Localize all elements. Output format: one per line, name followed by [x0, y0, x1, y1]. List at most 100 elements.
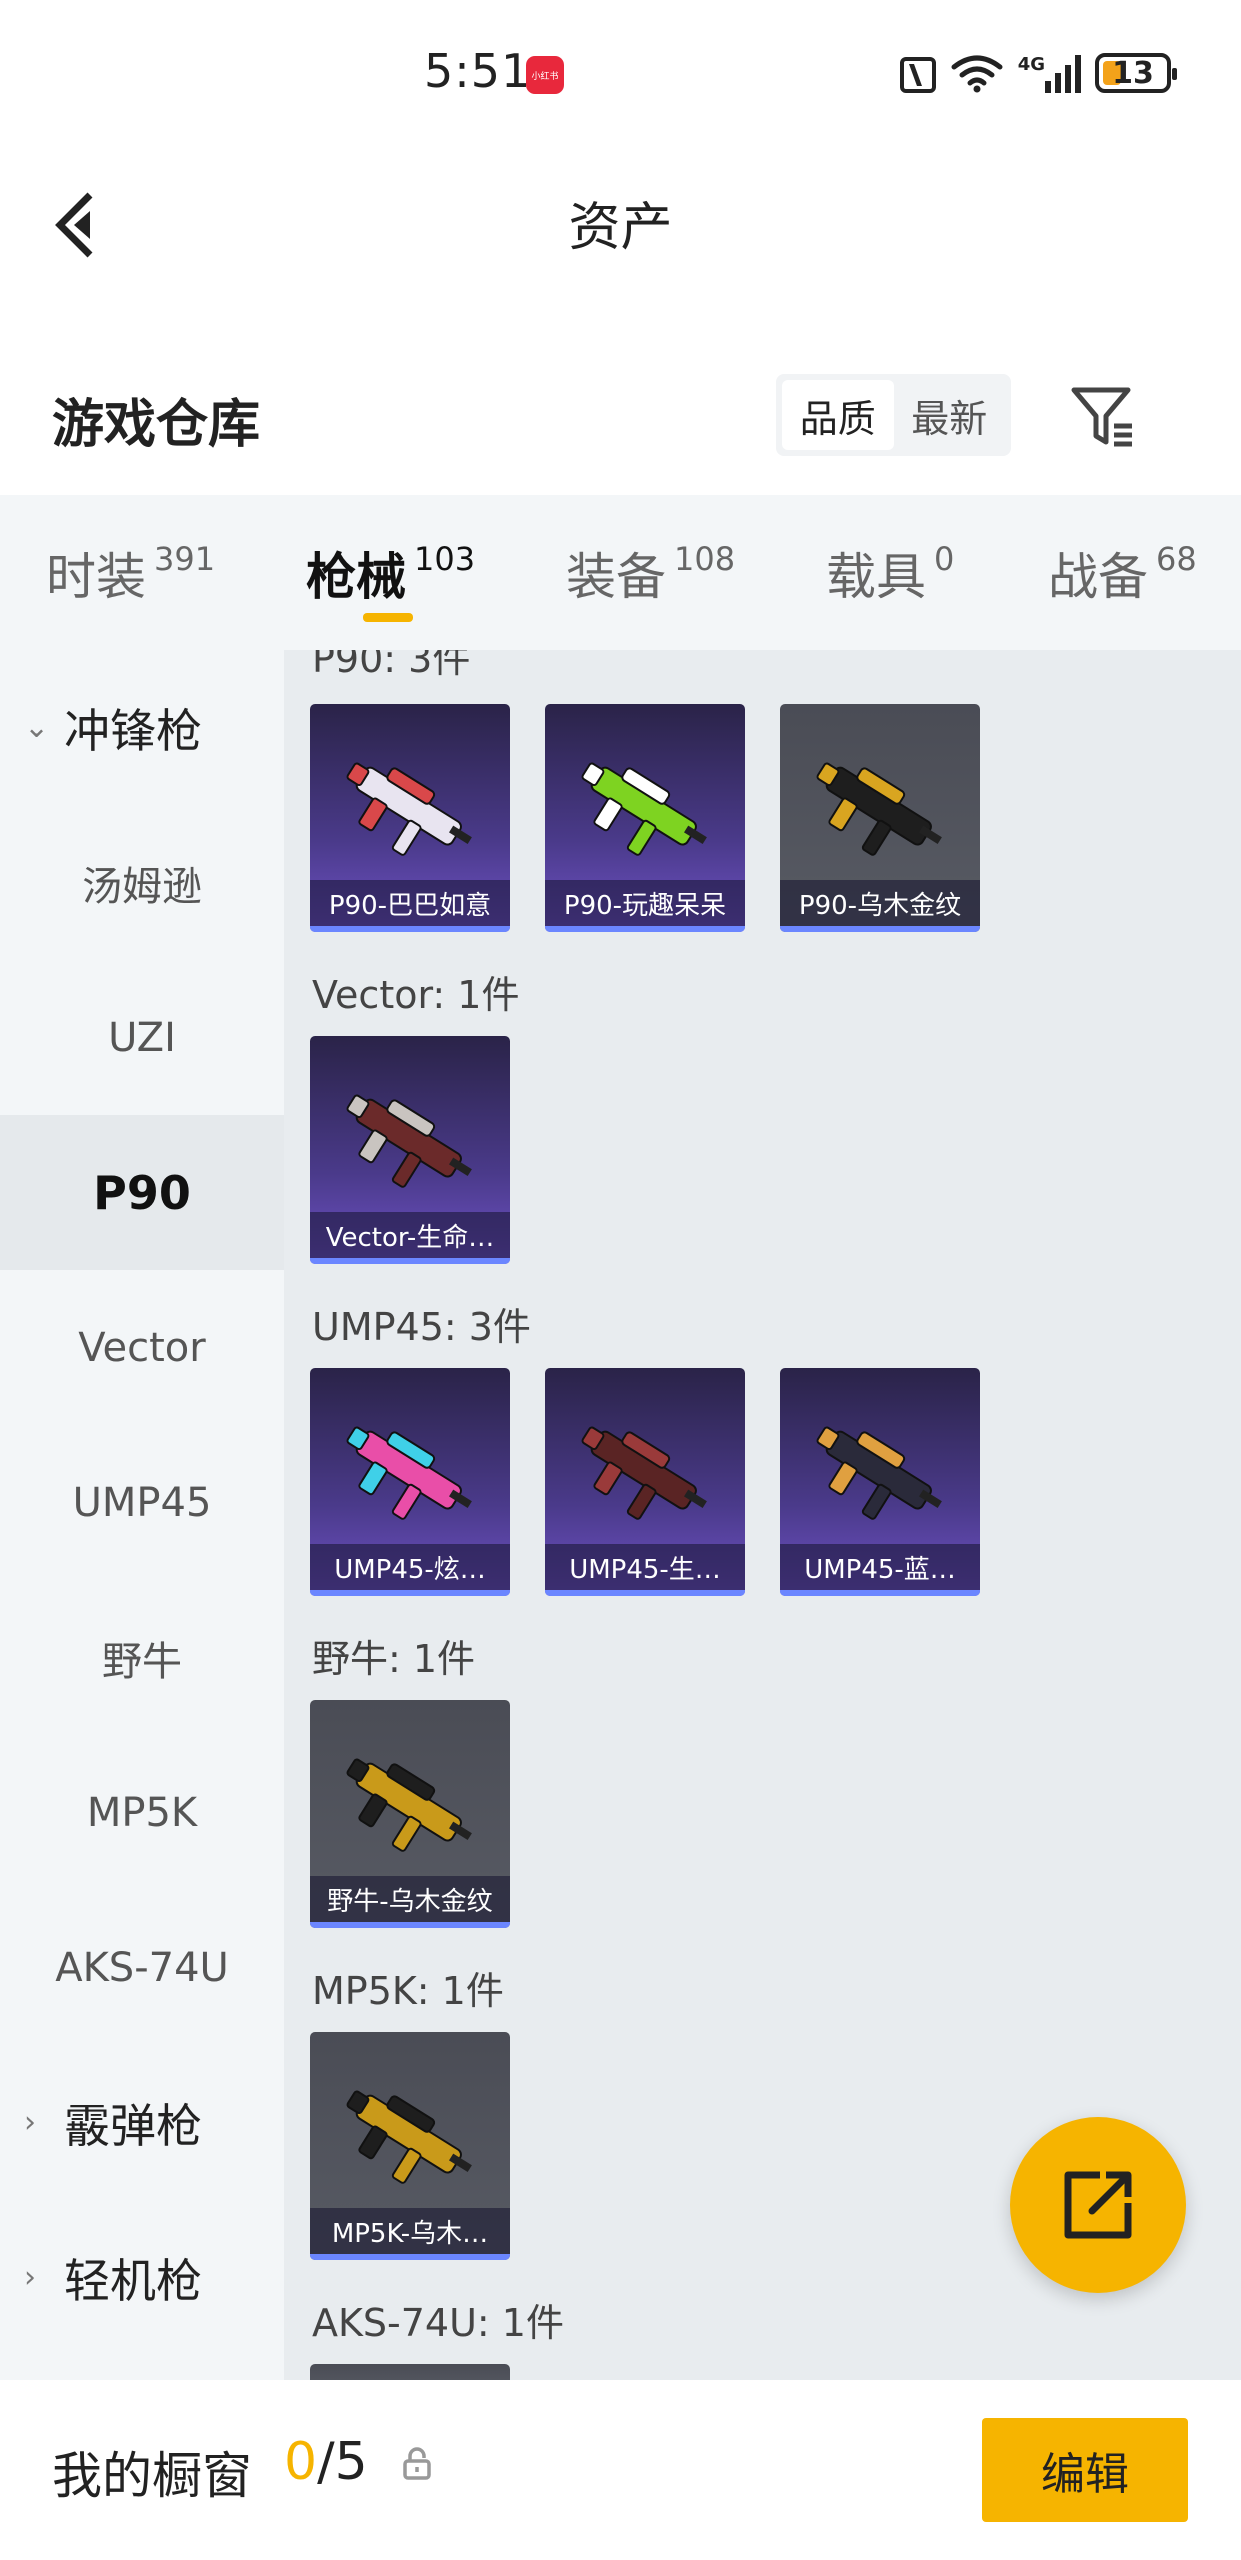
- rarity-bar: [545, 1590, 745, 1596]
- item-card[interactable]: Vector-生命…: [310, 1036, 510, 1264]
- lock-icon: [403, 2447, 431, 2480]
- subnav-item-ump45[interactable]: UMP45: [0, 1425, 284, 1580]
- rarity-bar: [310, 1258, 510, 1264]
- rarity-bar: [780, 1590, 980, 1596]
- tab-label: 枪械: [306, 548, 406, 606]
- section-title: 游戏仓库: [52, 395, 261, 455]
- subnav-item-p90[interactable]: P90: [0, 1115, 284, 1270]
- item-name: Vector-生命…: [310, 1212, 510, 1258]
- network-type: 4G: [1017, 54, 1045, 75]
- chevron-down-icon: ⌄: [24, 710, 50, 745]
- subnav-label: 霰弹枪: [64, 2098, 202, 2153]
- filter-icon: [1071, 387, 1132, 447]
- status-time: 5:51: [424, 44, 532, 98]
- tab-label: 战备: [1048, 548, 1148, 606]
- item-card[interactable]: MP5K-乌木…: [310, 2032, 510, 2260]
- weapon-icon: [816, 1426, 942, 1520]
- item-name: P90-乌木金纹: [780, 880, 980, 926]
- sort-by-quality[interactable]: 品质: [782, 380, 894, 450]
- rarity-bar: [310, 1922, 510, 1928]
- item-name: 野牛-乌木金纹: [310, 1876, 510, 1922]
- showcase-count: 0/5: [284, 2432, 368, 2492]
- weapon-icon: [346, 1758, 472, 1852]
- rarity-bar: [780, 926, 980, 932]
- subnav-item-bizon[interactable]: 野牛: [0, 1580, 284, 1735]
- item-name: UMP45-蓝…: [780, 1544, 980, 1590]
- weapon-icon: [816, 762, 942, 856]
- tab-label: 时装: [46, 548, 146, 606]
- subnav-item-uzi[interactable]: UZI: [0, 960, 284, 1115]
- subnav-item-thompson[interactable]: 汤姆逊: [0, 805, 284, 960]
- edit-button[interactable]: 编辑: [982, 2418, 1188, 2522]
- sort-by-newest[interactable]: 最新: [894, 380, 1006, 450]
- tab-equipment[interactable]: 装备 108: [566, 537, 735, 609]
- item-card-partial[interactable]: [310, 2364, 510, 2380]
- subnav-group-smg[interactable]: ⌄ 冲锋枪: [0, 650, 284, 805]
- tab-count: 108: [674, 540, 736, 578]
- status-bar: 5:51 小红书 4G 13: [0, 0, 1241, 145]
- category-tabs: 时装 391 枪械 103 装备 108 载具 0 战备 68: [0, 495, 1241, 650]
- page-title: 资产: [568, 198, 673, 258]
- group-label: MP5K: 1件: [312, 1969, 504, 2013]
- battery-level: 13: [1112, 55, 1154, 91]
- filter-button[interactable]: [1070, 384, 1136, 450]
- signal-icon: 4G: [1018, 53, 1081, 93]
- weapon-icon: [581, 1426, 707, 1520]
- app-root: 5:51 小红书 4G 13 资产 游戏仓库 品质 最新 时装 391 枪械 1…: [0, 0, 1241, 2560]
- tab-count: 0: [934, 540, 955, 578]
- app-notification-badge: 小红书: [526, 56, 564, 94]
- tab-count: 391: [154, 540, 216, 578]
- rarity-bar: [310, 2254, 510, 2260]
- subnav-item-mp5k[interactable]: MP5K: [0, 1735, 284, 1890]
- group-label: Vector: 1件: [312, 973, 520, 1017]
- showcase-bar: 我的橱窗 0/5 编辑: [0, 2380, 1241, 2560]
- item-name: UMP45-生…: [545, 1544, 745, 1590]
- item-card[interactable]: UMP45-炫…: [310, 1368, 510, 1596]
- tab-firearms[interactable]: 枪械 103: [306, 537, 475, 609]
- wifi-icon: [950, 53, 1004, 93]
- tab-supplies[interactable]: 战备 68: [1048, 537, 1197, 609]
- item-card[interactable]: P90-乌木金纹: [780, 704, 980, 932]
- app-header: 资产: [0, 145, 1241, 295]
- rarity-bar: [310, 1590, 510, 1596]
- rarity-bar: [310, 926, 510, 932]
- subnav-group-shotgun[interactable]: › 霰弹枪: [0, 2045, 284, 2200]
- weapon-icon: [346, 2090, 472, 2184]
- item-card[interactable]: P90-巴巴如意: [310, 704, 510, 932]
- showcase-total: /5: [317, 2432, 368, 2492]
- rarity-bar: [545, 926, 745, 932]
- subnav-group-lmg[interactable]: › 轻机枪: [0, 2200, 284, 2355]
- item-name: P90-巴巴如意: [310, 880, 510, 926]
- weapon-icon: [346, 1426, 472, 1520]
- subnav-label: 冲锋枪: [64, 703, 202, 758]
- item-card[interactable]: 野牛-乌木金纹: [310, 1700, 510, 1928]
- item-name: UMP45-炫…: [310, 1544, 510, 1590]
- item-card[interactable]: P90-玩趣呆呆: [545, 704, 745, 932]
- battery-icon: 13: [1095, 53, 1177, 93]
- item-card[interactable]: UMP45-蓝…: [780, 1368, 980, 1596]
- subnav-label: 轻机枪: [64, 2253, 202, 2308]
- weapon-icon: [346, 1094, 472, 1188]
- share-fab[interactable]: [1010, 2117, 1186, 2293]
- tab-count: 103: [414, 540, 476, 578]
- tab-fashion[interactable]: 时装 391: [46, 537, 215, 609]
- tab-count: 68: [1156, 540, 1197, 578]
- warehouse-header: 游戏仓库 品质 最新: [0, 360, 1241, 490]
- share-external-icon: [1064, 2171, 1132, 2239]
- tab-vehicles[interactable]: 载具 0: [826, 537, 954, 609]
- subnav-item-aks74u[interactable]: AKS-74U: [0, 1890, 284, 2045]
- active-tab-indicator: [363, 613, 413, 622]
- group-label: UMP45: 3件: [312, 1305, 531, 1349]
- group-label: P90: 3件: [312, 650, 471, 681]
- chevron-right-icon: ›: [24, 2260, 36, 2295]
- group-label: AKS-74U: 1件: [312, 2301, 564, 2345]
- status-icons: 4G 13: [899, 48, 1177, 98]
- item-card[interactable]: UMP45-生…: [545, 1368, 745, 1596]
- item-name: P90-玩趣呆呆: [545, 880, 745, 926]
- item-name: MP5K-乌木…: [310, 2208, 510, 2254]
- weapon-icon: [581, 762, 707, 856]
- showcase-label: 我的橱窗: [52, 2447, 252, 2505]
- subnav-item-vector[interactable]: Vector: [0, 1270, 284, 1425]
- showcase-current: 0: [284, 2432, 318, 2492]
- sort-toggle: 品质 最新: [776, 374, 1011, 456]
